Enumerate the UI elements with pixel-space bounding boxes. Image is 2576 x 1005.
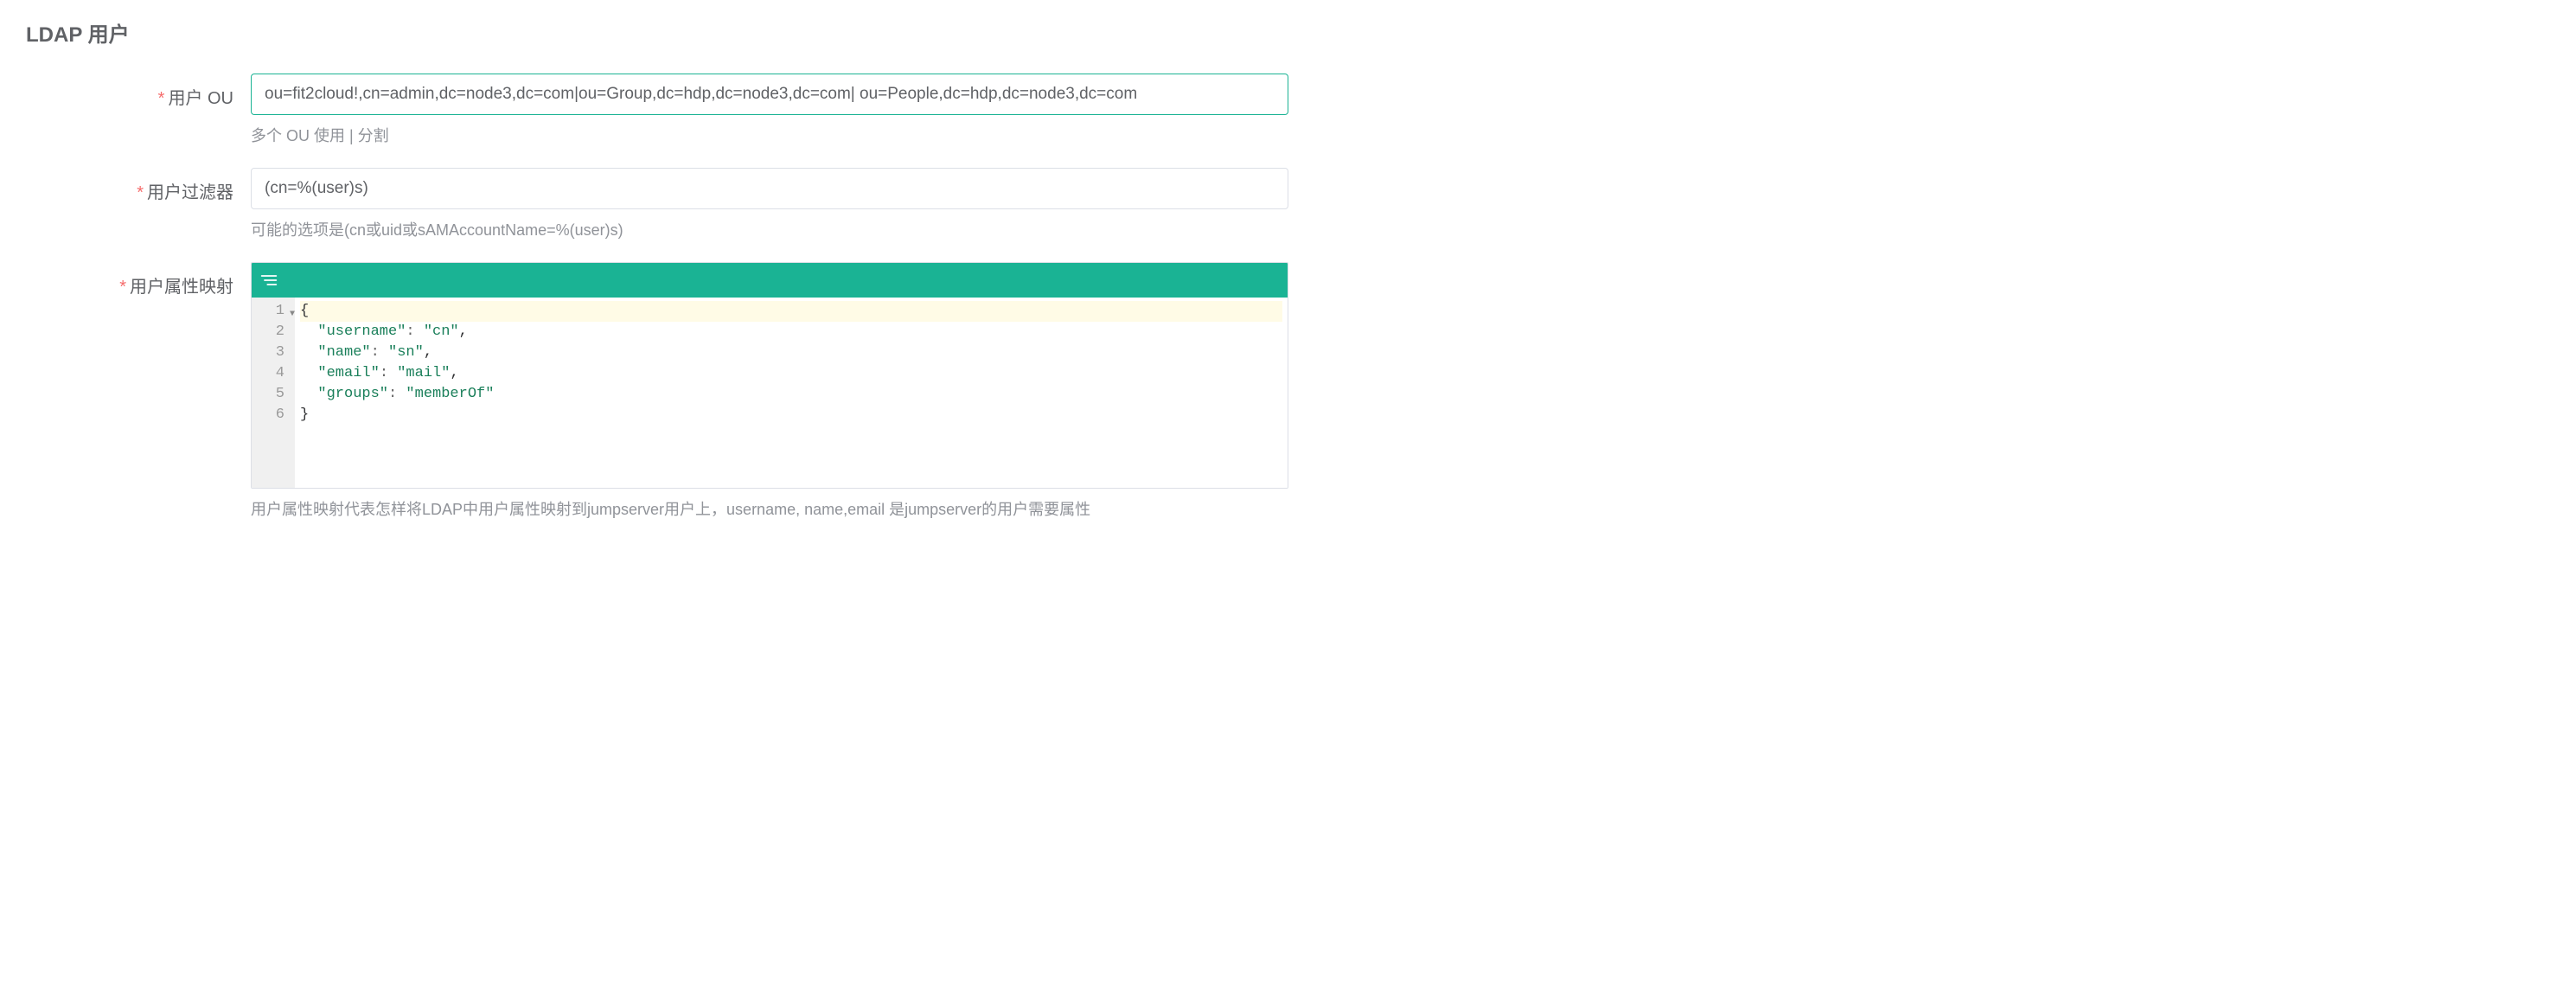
label-user-ou-text: 用户 OU bbox=[168, 89, 233, 108]
label-user-ou: *用户 OU bbox=[26, 74, 251, 146]
user-filter-help: 可能的选项是(cn或uid或sAMAccountName=%(user)s) bbox=[251, 218, 1288, 240]
editor-gutter: 1▼ 2 3 4 5 6 bbox=[252, 298, 295, 488]
form-item-user-filter: *用户过滤器 可能的选项是(cn或uid或sAMAccountName=%(us… bbox=[26, 168, 2550, 240]
attr-map-editor[interactable]: 1▼ 2 3 4 5 6 { "username": "cn", "name":… bbox=[251, 262, 1288, 489]
form-item-attr-map: *用户属性映射 1▼ 2 3 bbox=[26, 262, 2550, 520]
code-line: "email": "mail", bbox=[300, 363, 1282, 384]
line-number: 1▼ bbox=[252, 301, 295, 322]
required-asterisk: * bbox=[137, 183, 144, 202]
user-ou-input[interactable] bbox=[251, 74, 1288, 115]
editor-toolbar bbox=[252, 263, 1288, 298]
label-user-filter: *用户过滤器 bbox=[26, 168, 251, 240]
code-line: "username": "cn", bbox=[300, 322, 1282, 342]
attr-map-help: 用户属性映射代表怎样将LDAP中用户属性映射到jumpserver用户上，use… bbox=[251, 497, 1288, 520]
code-line: "groups": "memberOf" bbox=[300, 384, 1282, 405]
line-number: 4 bbox=[252, 363, 295, 384]
format-icon[interactable] bbox=[260, 273, 278, 287]
label-attr-map-text: 用户属性映射 bbox=[130, 278, 233, 297]
code-line: { bbox=[300, 301, 1282, 322]
form-item-user-ou: *用户 OU 多个 OU 使用 | 分割 bbox=[26, 74, 2550, 146]
section-title: LDAP 用户 bbox=[26, 17, 2550, 48]
line-number: 2 bbox=[252, 322, 295, 342]
user-ou-help: 多个 OU 使用 | 分割 bbox=[251, 124, 1288, 146]
line-number: 3 bbox=[252, 342, 295, 363]
line-number: 5 bbox=[252, 384, 295, 405]
line-number: 6 bbox=[252, 405, 295, 426]
required-asterisk: * bbox=[158, 89, 165, 108]
code-line: "name": "sn", bbox=[300, 342, 1282, 363]
required-asterisk: * bbox=[119, 278, 126, 297]
code-line: } bbox=[300, 405, 1282, 426]
code-area[interactable]: { "username": "cn", "name": "sn", "email… bbox=[295, 298, 1288, 488]
label-attr-map: *用户属性映射 bbox=[26, 262, 251, 520]
label-user-filter-text: 用户过滤器 bbox=[147, 183, 233, 202]
ldap-user-section: LDAP 用户 *用户 OU 多个 OU 使用 | 分割 *用户过滤器 可能的选… bbox=[26, 17, 2550, 520]
editor-body[interactable]: 1▼ 2 3 4 5 6 { "username": "cn", "name":… bbox=[252, 298, 1288, 488]
user-filter-input[interactable] bbox=[251, 168, 1288, 209]
